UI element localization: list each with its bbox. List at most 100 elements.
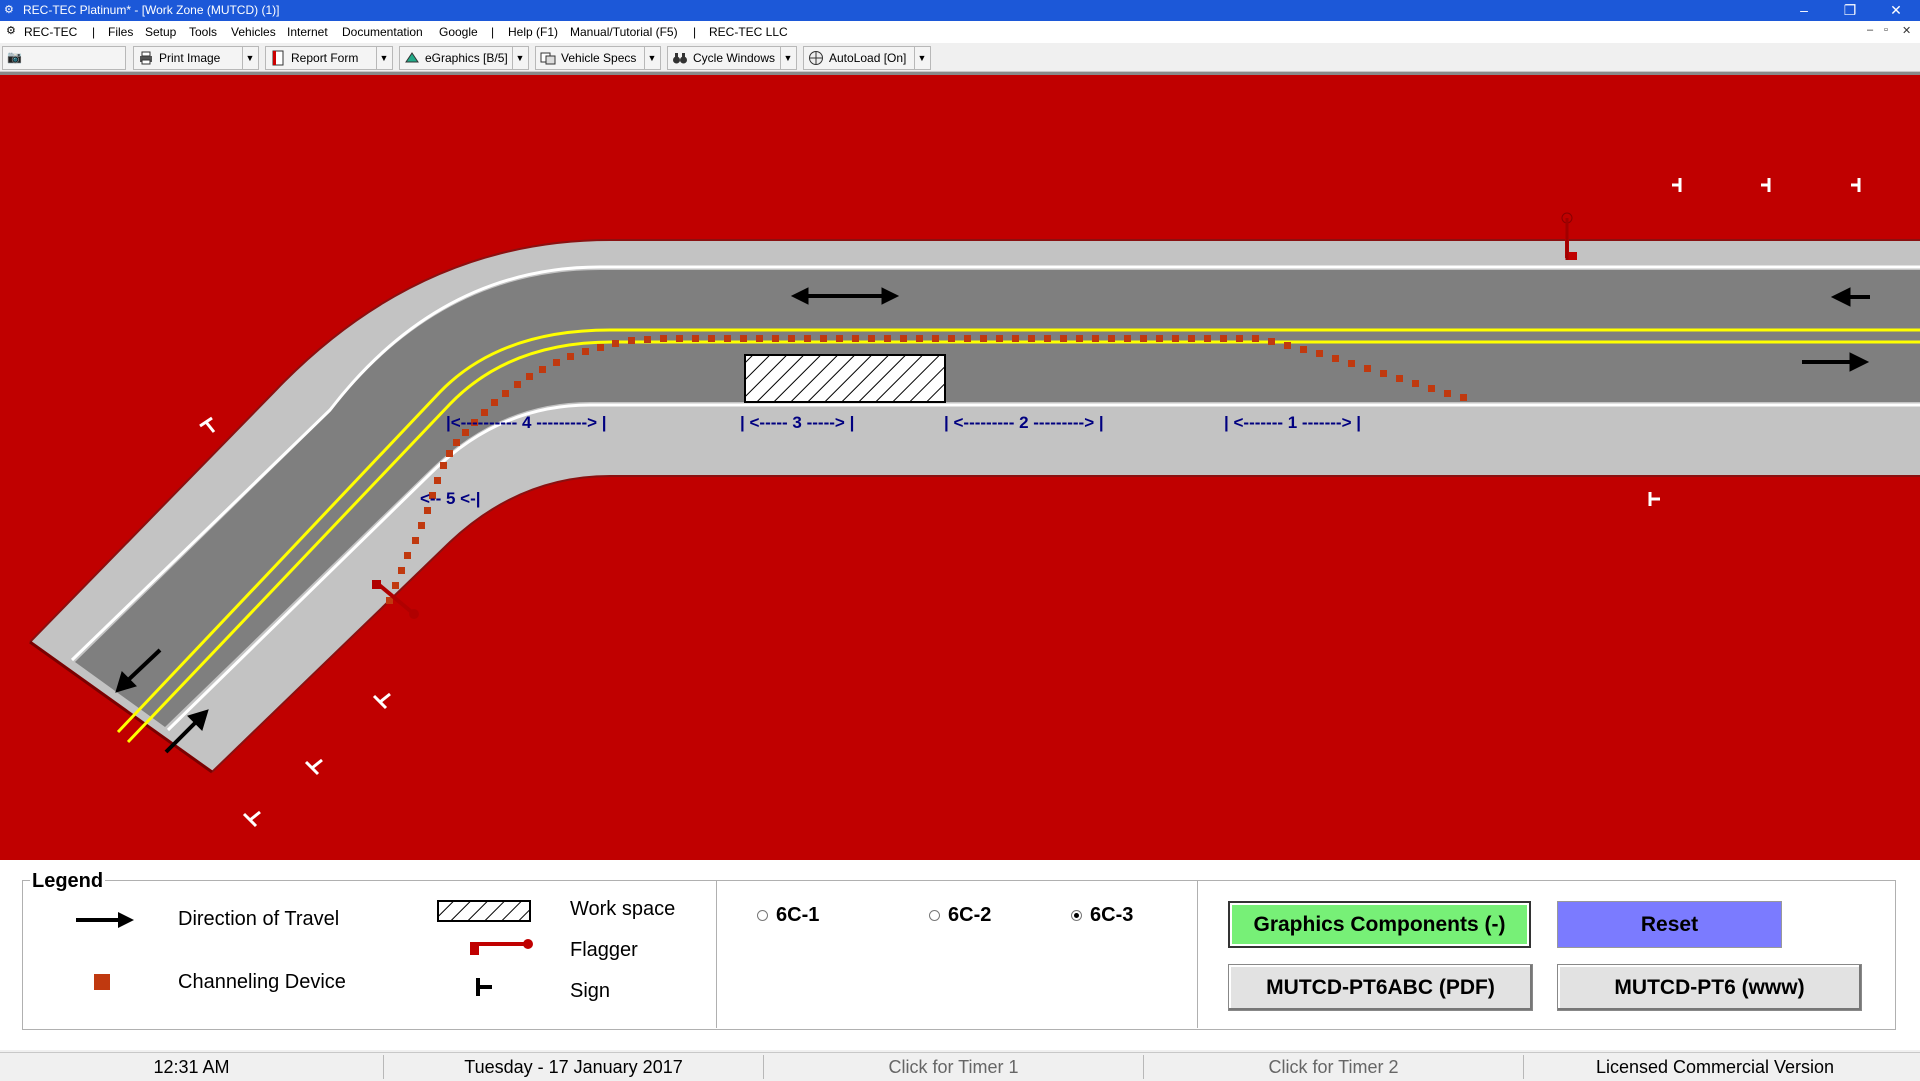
mdi-minimize-button[interactable]: –	[1867, 24, 1873, 36]
channeling-device	[418, 522, 425, 529]
status-license: Licensed Commercial Version	[1595, 1057, 1835, 1077]
reset-button[interactable]: Reset	[1557, 901, 1782, 948]
channeling-device	[567, 353, 574, 360]
channeling-device	[1060, 335, 1067, 342]
channeling-device	[820, 335, 827, 342]
channeling-device	[1316, 350, 1323, 357]
channeling-device	[1300, 346, 1307, 353]
egraphics-button[interactable]: eGraphics [B/5]	[400, 47, 512, 69]
channeling-device	[804, 335, 811, 342]
menu-documentation[interactable]: Documentation	[342, 25, 423, 39]
option-6c-3[interactable]: 6C-3	[1071, 904, 1133, 927]
zone-3-label: | <----- 3 -----> |	[740, 413, 854, 432]
egraphics-dropdown[interactable]: ▼	[512, 47, 527, 69]
menu-vehicles[interactable]: Vehicles	[231, 25, 276, 39]
option-6c-2[interactable]: 6C-2	[929, 904, 991, 927]
channeling-device	[948, 335, 955, 342]
print-image-button[interactable]: Print Image	[134, 47, 224, 69]
vehicle-specs-group: Vehicle Specs ▼	[535, 46, 661, 70]
menu-files[interactable]: Files	[108, 25, 133, 39]
mdi-close-button[interactable]: ✕	[1902, 24, 1911, 37]
work-zone-diagram[interactable]: |<---------- 4 ---------> | | <----- 3 -…	[0, 72, 1920, 860]
status-timer-2[interactable]: Click for Timer 2	[1144, 1055, 1524, 1079]
mutcd-www-button[interactable]: MUTCD-PT6 (www)	[1557, 964, 1862, 1011]
channeling-device	[932, 335, 939, 342]
menu-internet[interactable]: Internet	[287, 25, 328, 39]
menu-rec-tec-llc[interactable]: REC-TEC LLC	[709, 25, 788, 39]
channeling-device	[900, 335, 907, 342]
channeling-device	[404, 552, 411, 559]
mutcd-pdf-button[interactable]: MUTCD-PT6ABC (PDF)	[1228, 964, 1533, 1011]
menu-bar: ⚙ REC-TEC | Files Setup Tools Vehicles I…	[0, 21, 1920, 43]
autoload-dropdown[interactable]: ▼	[914, 47, 929, 69]
channeling-device	[868, 335, 875, 342]
channeling-device	[724, 335, 731, 342]
channeling-device	[692, 335, 699, 342]
print-image-dropdown[interactable]: ▼	[242, 47, 257, 69]
cycle-windows-dropdown[interactable]: ▼	[780, 47, 795, 69]
vehicle-specs-button[interactable]: Vehicle Specs	[536, 47, 640, 69]
option-6c-3-label: 6C-3	[1090, 904, 1134, 926]
channeling-device	[708, 335, 715, 342]
channeling-device	[553, 359, 560, 366]
report-form-button[interactable]: Report Form	[266, 47, 362, 69]
menu-separator: |	[693, 25, 697, 39]
channeling-device	[756, 335, 763, 342]
menu-app-icon: ⚙	[6, 25, 16, 37]
channeling-device	[1092, 335, 1099, 342]
channeling-device	[526, 373, 533, 380]
egraphics-group: eGraphics [B/5] ▼	[399, 46, 529, 70]
channeling-device	[1012, 335, 1019, 342]
vehicle-specs-dropdown[interactable]: ▼	[644, 47, 659, 69]
radio-dot[interactable]	[757, 910, 768, 921]
menu-manual-tutorial[interactable]: Manual/Tutorial (F5)	[570, 25, 678, 39]
menu-setup[interactable]: Setup	[145, 25, 176, 39]
channeling-device	[1284, 342, 1291, 349]
graphics-components-button[interactable]: Graphics Components (-)	[1228, 901, 1531, 948]
mdi-restore-button[interactable]: ▫	[1884, 24, 1888, 36]
close-button[interactable]: ✕	[1882, 1, 1910, 19]
diagram-top-border	[0, 72, 1920, 75]
menu-help[interactable]: Help (F1)	[508, 25, 558, 39]
channeling-device	[1220, 335, 1227, 342]
options-divider	[1197, 880, 1198, 1028]
radio-dot-selected[interactable]	[1071, 910, 1082, 921]
globe-icon	[809, 51, 823, 65]
legend-flagger: Flagger	[570, 939, 638, 961]
menu-tools[interactable]: Tools	[189, 25, 217, 39]
channeling-device	[502, 390, 509, 397]
toolbar-logo-field: 📷	[2, 46, 126, 70]
cycle-windows-button[interactable]: Cycle Windows	[668, 47, 779, 69]
camera-icon: 📷	[7, 50, 22, 64]
channeling-device	[644, 336, 651, 343]
status-timer-1[interactable]: Click for Timer 1	[764, 1055, 1144, 1079]
channeling-device	[980, 335, 987, 342]
channeling-device	[491, 399, 498, 406]
legend-arrow-icon	[76, 912, 134, 928]
report-form-dropdown[interactable]: ▼	[376, 47, 391, 69]
channeling-device	[1156, 335, 1163, 342]
zone-4-label: |<---------- 4 ---------> |	[446, 413, 607, 432]
autoload-button[interactable]: AutoLoad [On]	[804, 47, 910, 69]
option-6c-1[interactable]: 6C-1	[757, 904, 819, 927]
title-bar: ⚙ REC-TEC Platinum* - [Work Zone (MUTCD)…	[0, 0, 1920, 21]
channeling-device	[1172, 335, 1179, 342]
legend-work-space-icon	[437, 900, 531, 922]
window-title: REC-TEC Platinum* - [Work Zone (MUTCD) (…	[23, 3, 280, 17]
menu-rec-tec[interactable]: REC-TEC	[24, 25, 77, 39]
print-image-group: Print Image ▼	[133, 46, 259, 70]
legend-channeling-device-icon	[94, 974, 110, 990]
menu-google[interactable]: Google	[439, 25, 478, 39]
channeling-device	[1268, 338, 1275, 345]
printer-icon	[140, 51, 152, 65]
channeling-device	[884, 335, 891, 342]
maximize-button[interactable]: ❐	[1836, 1, 1864, 19]
legend-work-space: Work space	[570, 898, 676, 920]
channeling-device	[660, 335, 667, 342]
minimize-button[interactable]: –	[1790, 1, 1818, 19]
channeling-device	[628, 337, 635, 344]
channeling-device	[1396, 375, 1403, 382]
channeling-device	[1188, 335, 1195, 342]
channeling-device	[424, 507, 431, 514]
radio-dot[interactable]	[929, 910, 940, 921]
